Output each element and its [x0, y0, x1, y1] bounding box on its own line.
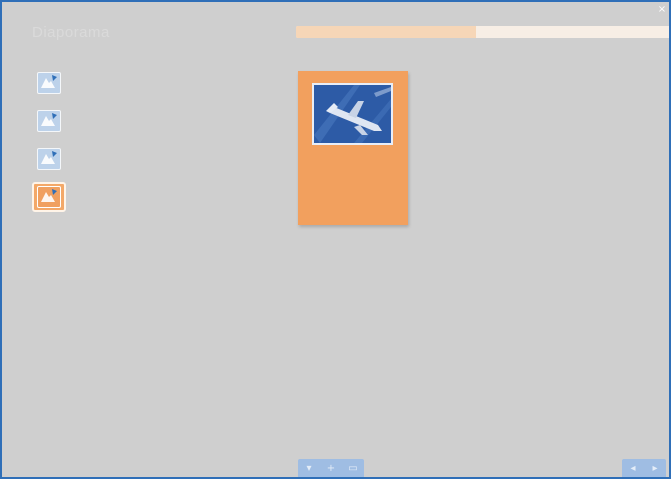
- tool-button-3[interactable]: [32, 144, 66, 174]
- slide-edit-icon: [37, 72, 61, 94]
- app-title: Diaporama: [32, 24, 110, 41]
- slide-edit-icon: [37, 110, 61, 132]
- app-window: Diaporama × ▾ + ▭ ◂ ▸: [0, 0, 671, 479]
- close-icon[interactable]: ×: [657, 4, 667, 16]
- slide-thumbnail[interactable]: [298, 71, 408, 225]
- next-icon[interactable]: ▸: [644, 459, 666, 477]
- tool-palette: [32, 68, 66, 220]
- progress-bar: [296, 26, 669, 38]
- previous-icon[interactable]: ◂: [622, 459, 644, 477]
- slide-edit-icon: [37, 148, 61, 170]
- progress-fill: [296, 26, 476, 38]
- tool-button-2[interactable]: [32, 106, 66, 136]
- bottom-toolbar: ▾ + ▭: [298, 459, 364, 477]
- tool-button-4[interactable]: [32, 182, 66, 212]
- airplane-photo: [312, 83, 393, 145]
- add-icon[interactable]: +: [320, 459, 342, 477]
- save-icon[interactable]: ▾: [298, 459, 320, 477]
- grid-icon[interactable]: ▭: [342, 459, 364, 477]
- tool-button-1[interactable]: [32, 68, 66, 98]
- navigation-toolbar: ◂ ▸: [622, 459, 666, 477]
- slide-edit-icon: [37, 186, 61, 208]
